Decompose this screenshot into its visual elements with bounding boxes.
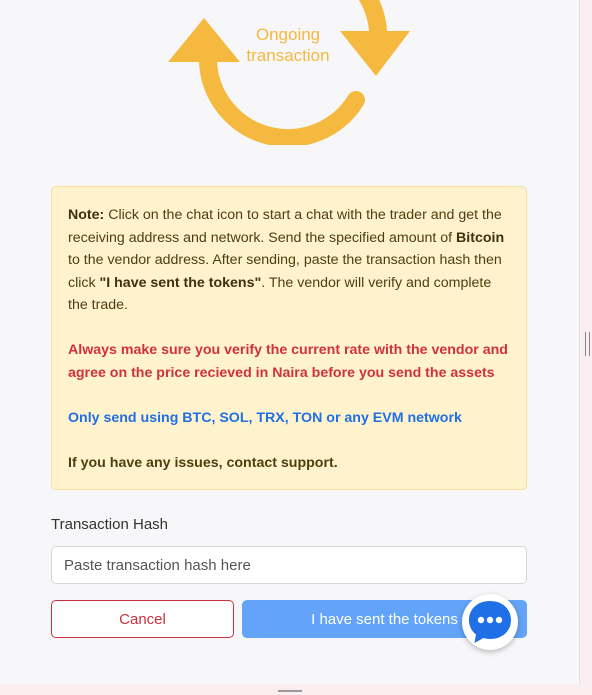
- note-asset: Bitcoin: [456, 229, 505, 246]
- status-text: Ongoing transaction: [228, 24, 348, 66]
- rate-warning: Always make sure you verify the current …: [68, 342, 508, 381]
- support-note: If you have any issues, contact support.: [68, 454, 338, 471]
- resize-handle[interactable]: [585, 332, 590, 356]
- chat-bubble-icon: [469, 601, 511, 643]
- note-text-1: Click on the chat icon to start a chat w…: [68, 207, 502, 246]
- note-label: Note:: [68, 207, 105, 223]
- bottom-handle: [278, 690, 302, 692]
- network-info: Only send using BTC, SOL, TRX, TON or an…: [68, 409, 462, 426]
- note-button-ref: "I have sent the tokens": [99, 274, 262, 291]
- status-line-1: Ongoing: [255, 25, 321, 44]
- refresh-cycle-icon: [166, 0, 412, 147]
- chat-button[interactable]: [462, 594, 518, 650]
- transaction-hash-label: Transaction Hash: [51, 516, 168, 533]
- status-line-2: transaction: [246, 46, 330, 65]
- note-paragraph: Note: Click on the chat icon to start a …: [68, 204, 510, 317]
- cancel-button[interactable]: Cancel: [51, 600, 234, 638]
- instructions-note: Note: Click on the chat icon to start a …: [51, 186, 527, 490]
- transaction-hash-input[interactable]: [51, 546, 527, 584]
